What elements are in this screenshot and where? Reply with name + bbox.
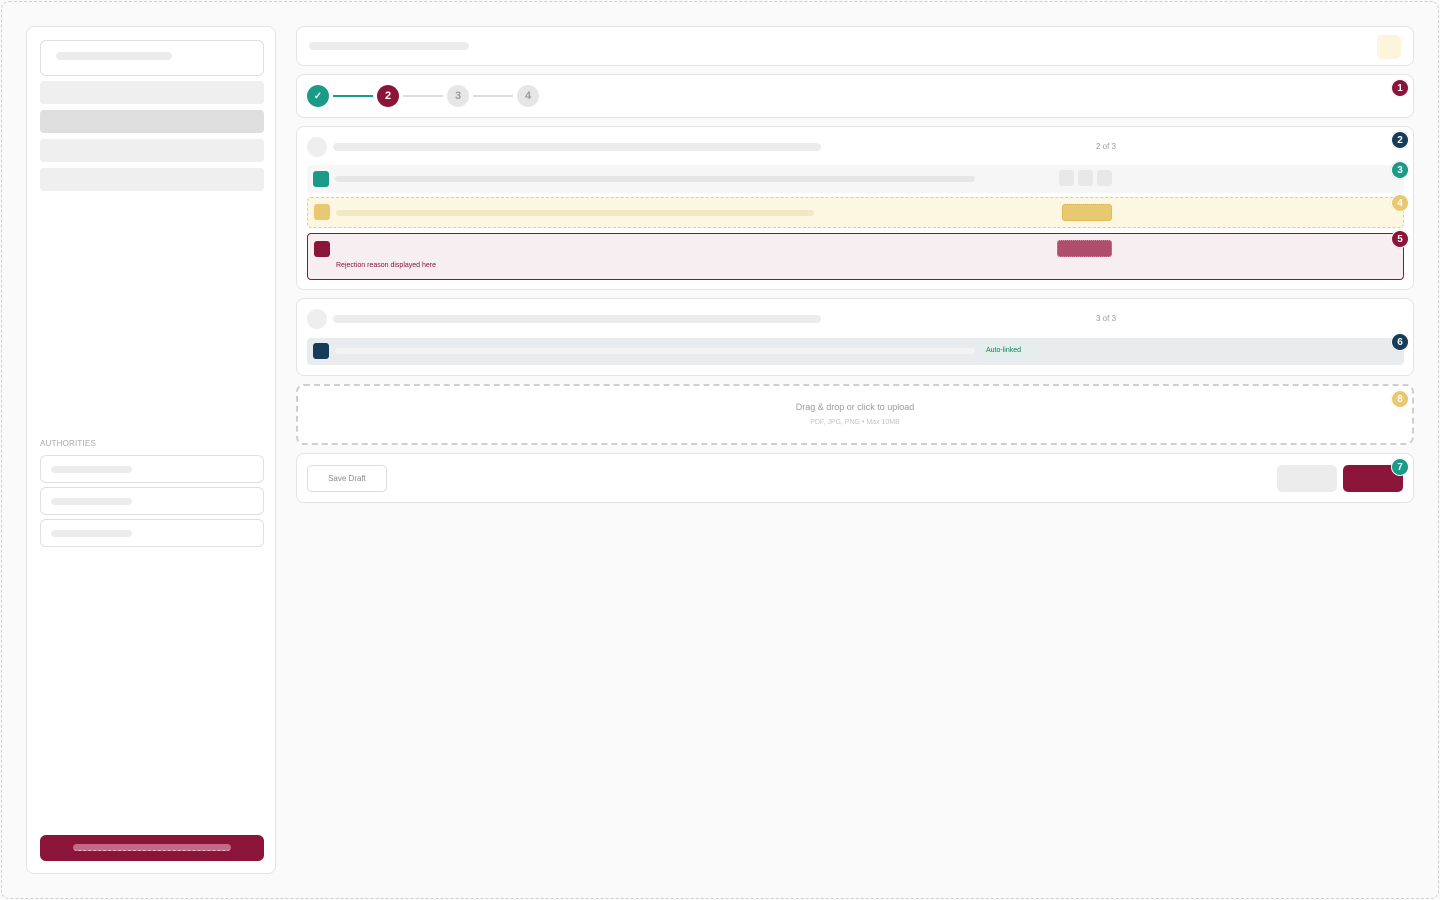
section-title-placeholder	[333, 143, 821, 151]
step-connector	[473, 95, 513, 97]
row-action-button[interactable]	[1097, 170, 1112, 186]
sidebar-nav-item[interactable]	[40, 168, 264, 191]
document-name-placeholder	[335, 176, 975, 182]
section-progress-count: 3 of 3	[1096, 314, 1117, 323]
annotation-marker-2: 2	[1391, 131, 1409, 149]
header-action-button[interactable]	[1377, 35, 1401, 59]
page-title-placeholder	[309, 42, 469, 50]
document-status-icon	[314, 204, 330, 220]
file-upload-dropzone[interactable]: Drag & drop or click to upload PDF, JPG,…	[296, 384, 1414, 445]
annotation-marker-4: 4	[1391, 194, 1409, 212]
progress-stepper: ✓ 2 3 4	[296, 74, 1414, 118]
row-action-button[interactable]	[1078, 170, 1093, 186]
annotation-marker-3: 3	[1391, 161, 1409, 179]
section-icon	[307, 137, 327, 157]
document-row-linked[interactable]: Auto-linked	[307, 338, 1404, 365]
authority-placeholder	[51, 498, 132, 505]
authority-item[interactable]	[40, 487, 264, 515]
authority-placeholder	[51, 466, 132, 473]
document-row-pending[interactable]	[307, 197, 1404, 228]
step-3-pending[interactable]: 3	[447, 85, 469, 107]
annotation-marker-7: 7	[1391, 458, 1409, 476]
sidebar-nav-item[interactable]	[40, 139, 264, 162]
upload-hint: PDF, JPG, PNG • Max 10MB	[810, 419, 900, 426]
sidebar-nav-item[interactable]	[40, 81, 264, 104]
annotation-marker-6: 6	[1391, 333, 1409, 351]
section-progress-count: 2 of 3	[1096, 142, 1117, 151]
document-status-icon	[313, 171, 329, 187]
document-section-one: 2 of 3 Rejection reason displayed here	[296, 126, 1414, 290]
annotation-marker-5: 5	[1391, 230, 1409, 248]
page-header	[296, 26, 1414, 66]
sidebar: AUTHORITIES	[26, 26, 276, 874]
row-action-button[interactable]	[1059, 170, 1074, 186]
form-actions: Save Draft	[296, 453, 1414, 503]
document-status-icon	[313, 343, 329, 359]
sidebar-section-heading: AUTHORITIES	[40, 439, 96, 448]
document-row-rejected[interactable]: Rejection reason displayed here	[307, 233, 1404, 280]
sidebar-nav-item-active[interactable]	[40, 110, 264, 133]
search-placeholder	[56, 52, 172, 60]
sidebar-search-input[interactable]	[40, 40, 264, 76]
document-row-approved[interactable]	[307, 165, 1404, 193]
pending-status-badge	[1062, 204, 1112, 221]
button-label-placeholder	[73, 844, 231, 851]
document-status-icon	[314, 241, 330, 257]
document-section-two: 3 of 3 Auto-linked	[296, 298, 1414, 376]
section-title-placeholder	[333, 315, 821, 323]
authority-placeholder	[51, 530, 132, 537]
step-2-current[interactable]: 2	[377, 85, 399, 107]
step-1-complete[interactable]: ✓	[307, 85, 329, 107]
authority-item[interactable]	[40, 455, 264, 483]
step-4-pending[interactable]: 4	[517, 85, 539, 107]
upload-title: Drag & drop or click to upload	[795, 402, 915, 412]
rejection-reason-text: Rejection reason displayed here	[336, 262, 437, 269]
step-connector	[333, 95, 373, 97]
save-draft-button[interactable]: Save Draft	[307, 465, 387, 492]
rejected-status-badge	[1057, 240, 1112, 257]
document-name-placeholder	[336, 210, 814, 216]
section-icon	[307, 309, 327, 329]
step-connector	[403, 95, 443, 97]
auto-linked-badge: Auto-linked	[981, 344, 1027, 358]
document-name-placeholder	[335, 348, 975, 354]
sidebar-primary-button[interactable]	[40, 835, 264, 861]
annotation-marker-8: 8	[1391, 390, 1409, 408]
back-button[interactable]	[1277, 465, 1337, 492]
authority-item[interactable]	[40, 519, 264, 547]
annotation-marker-1: 1	[1391, 79, 1409, 97]
